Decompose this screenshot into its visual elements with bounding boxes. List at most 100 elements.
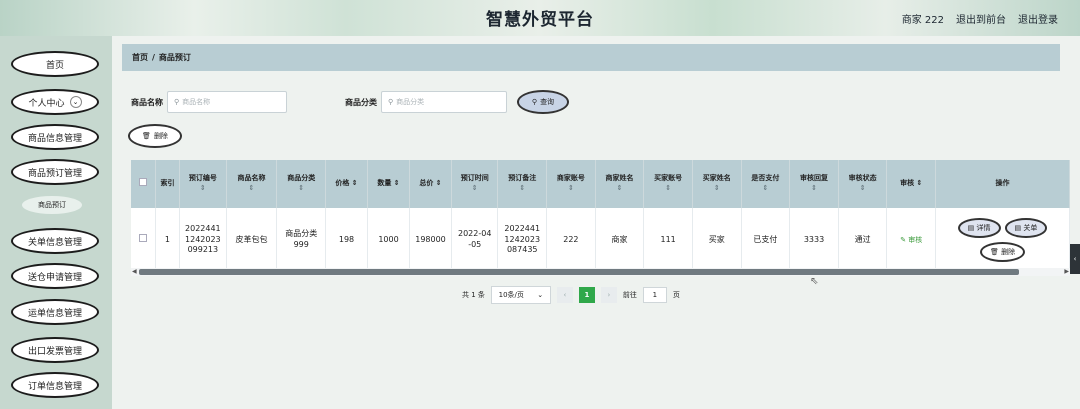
header-qty[interactable]: 数量 ⇕: [367, 160, 411, 208]
audit-link[interactable]: ✎ 审核: [900, 236, 922, 244]
scroll-right-icon[interactable]: ▶: [1064, 268, 1069, 275]
collapse-arrow-icon[interactable]: ‹: [1070, 244, 1080, 274]
sidebar-item-booking-mgmt[interactable]: 商品预订管理: [11, 159, 99, 185]
header-merchant-name[interactable]: 商家姓名 ⇕: [595, 160, 645, 208]
sidebar: 首页 个人中心 ⌄ 商品信息管理 商品预订管理 商品预订 关单信息管理 送仓申请管…: [0, 36, 112, 409]
trash-icon: 🗑: [142, 132, 151, 140]
mouse-cursor-icon: ⇖: [810, 276, 819, 287]
select-all-header[interactable]: [131, 160, 156, 208]
detail-label: 详情: [976, 224, 991, 232]
row-checkbox[interactable]: [138, 234, 147, 243]
booking-table: 索引 预订编号 ⇕ 商品名称 ⇕ 商品分类 ⇕ 价格 ⇕ 数量 ⇕ 总价 ⇕ 预订时间…: [131, 160, 1070, 272]
query-label: 查询: [540, 98, 555, 106]
select-all-checkbox[interactable]: [138, 178, 147, 187]
prev-page-button[interactable]: ‹: [556, 287, 573, 303]
header-order-no[interactable]: 预订编号 ⇕: [179, 160, 227, 208]
sort-icon: ⇕: [393, 179, 400, 188]
header-buyer-acct[interactable]: 买家账号 ⇕: [643, 160, 693, 208]
cell-ops: ▤ 详情 ▤ 关单 🗑 删除: [935, 208, 1070, 272]
category-search-input[interactable]: ⚲ 商品分类: [381, 91, 507, 113]
bulk-delete-button[interactable]: 🗑 删除: [128, 124, 182, 148]
sort-icon: ⇕: [616, 184, 623, 192]
trash-icon: 🗑: [989, 248, 999, 256]
detail-button[interactable]: ▤ 详情: [957, 218, 1001, 238]
next-page-button[interactable]: ›: [600, 287, 617, 303]
sidebar-item-customs[interactable]: 关单信息管理: [11, 228, 99, 254]
sidebar-item-invoice[interactable]: 出口发票管理: [11, 337, 99, 363]
cell-status: 通过: [838, 208, 888, 272]
header-buyer-name[interactable]: 买家姓名 ⇕: [692, 160, 742, 208]
goto-suffix: 页: [672, 291, 680, 299]
pagination: 共 1 条 10条/页 ⌄ ‹ 1 › 前往 1 页: [462, 286, 680, 304]
header-paid[interactable]: 是否支付 ⇕: [741, 160, 791, 208]
cell-qty: 1000: [367, 208, 411, 272]
chevron-down-icon: ⌄: [69, 96, 82, 108]
breadcrumb: 首页 / 商品预订: [122, 44, 1060, 71]
cell-order-no: 2022441 1242023 099213: [179, 208, 227, 272]
top-bar: 智慧外贸平台 商家 222 退出到前台 退出登录: [0, 0, 1080, 36]
close-label: 关单: [1023, 224, 1038, 232]
close-order-button[interactable]: ▤ 关单: [1004, 218, 1048, 238]
main-content: 首页 / 商品预订 商品名称 ⚲ 商品名称 商品分类 ⚲ 商品分类 ⚲ 查询 🗑…: [112, 36, 1080, 409]
sidebar-item-home[interactable]: 首页: [11, 51, 99, 77]
search-icon: ⚲: [388, 98, 394, 106]
header-audit[interactable]: 审核 ⇕: [886, 160, 937, 208]
sidebar-item-label: 出口发票管理: [27, 346, 82, 357]
back-to-front-link[interactable]: 退出到前台: [956, 11, 1006, 26]
sort-icon: ⇕: [471, 184, 478, 192]
sidebar-item-label: 订单信息管理: [27, 381, 82, 392]
current-user: 商家 222: [901, 15, 944, 26]
horizontal-scrollbar[interactable]: ◀ ▶: [131, 268, 1070, 276]
cell-merchant-name: 商家: [595, 208, 645, 272]
search-icon: ⚲: [174, 98, 180, 106]
sidebar-subitem-booking[interactable]: 商品预订: [22, 196, 82, 214]
goto-page-input[interactable]: 1: [642, 287, 667, 303]
header-status[interactable]: 审核状态 ⇕: [838, 160, 888, 208]
cell-reply: 3333: [789, 208, 839, 272]
name-placeholder: 商品名称: [182, 98, 211, 106]
cell-merchant-acct: 222: [546, 208, 596, 272]
cell-paid: 已支付: [741, 208, 791, 272]
row-delete-button[interactable]: 🗑 删除: [979, 242, 1026, 262]
delete-label: 删除: [153, 132, 168, 140]
goto-prefix: 前往: [622, 291, 637, 299]
logout-link[interactable]: 退出登录: [1018, 11, 1058, 26]
scroll-left-icon[interactable]: ◀: [132, 268, 137, 275]
sort-icon: ⇕: [916, 179, 923, 188]
row-select[interactable]: [131, 208, 156, 272]
cell-total: 198000: [409, 208, 453, 272]
header-name[interactable]: 商品名称 ⇕: [226, 160, 278, 208]
top-right-links: 商家 222 退出到前台 退出登录: [902, 11, 1058, 26]
header-category[interactable]: 商品分类 ⇕: [276, 160, 327, 208]
cell-buyer-acct: 111: [643, 208, 693, 272]
header-ops: 操作: [935, 160, 1070, 208]
header-time[interactable]: 预订时间 ⇕: [451, 160, 499, 208]
cell-name: 皮革包包: [226, 208, 278, 272]
sort-icon: ⇕: [351, 179, 358, 188]
query-button[interactable]: ⚲ 查询: [517, 90, 569, 114]
sidebar-item-waybill[interactable]: 运单信息管理: [11, 299, 99, 325]
header-price[interactable]: 价格 ⇕: [325, 160, 369, 208]
sidebar-item-profile[interactable]: 个人中心 ⌄: [11, 89, 99, 115]
page-size-select[interactable]: 10条/页 ⌄: [490, 286, 551, 304]
scroll-thumb[interactable]: [139, 269, 1019, 275]
sort-icon: ⇕: [199, 184, 206, 192]
header-note[interactable]: 预订备注 ⇕: [497, 160, 548, 208]
cell-index: 1: [155, 208, 181, 272]
sort-icon: ⇕: [713, 184, 720, 192]
breadcrumb-home[interactable]: 首页: [132, 52, 148, 63]
page-number-button[interactable]: 1: [578, 287, 595, 303]
sidebar-item-label: 商品预订: [38, 201, 66, 209]
header-reply[interactable]: 审核回复 ⇕: [789, 160, 839, 208]
sort-icon: ⇕: [298, 184, 305, 192]
name-label: 商品名称: [131, 97, 163, 107]
header-total[interactable]: 总价 ⇕: [409, 160, 453, 208]
cell-audit: ✎ 审核: [886, 208, 937, 272]
sidebar-item-product-info[interactable]: 商品信息管理: [11, 124, 99, 150]
sidebar-item-warehouse[interactable]: 送仓申请管理: [11, 263, 99, 289]
document-icon: ▤: [967, 224, 975, 232]
search-icon: ⚲: [531, 98, 538, 106]
name-search-input[interactable]: ⚲ 商品名称: [167, 91, 287, 113]
header-merchant-acct[interactable]: 商家账号 ⇕: [546, 160, 596, 208]
sidebar-item-orders[interactable]: 订单信息管理: [11, 372, 99, 398]
